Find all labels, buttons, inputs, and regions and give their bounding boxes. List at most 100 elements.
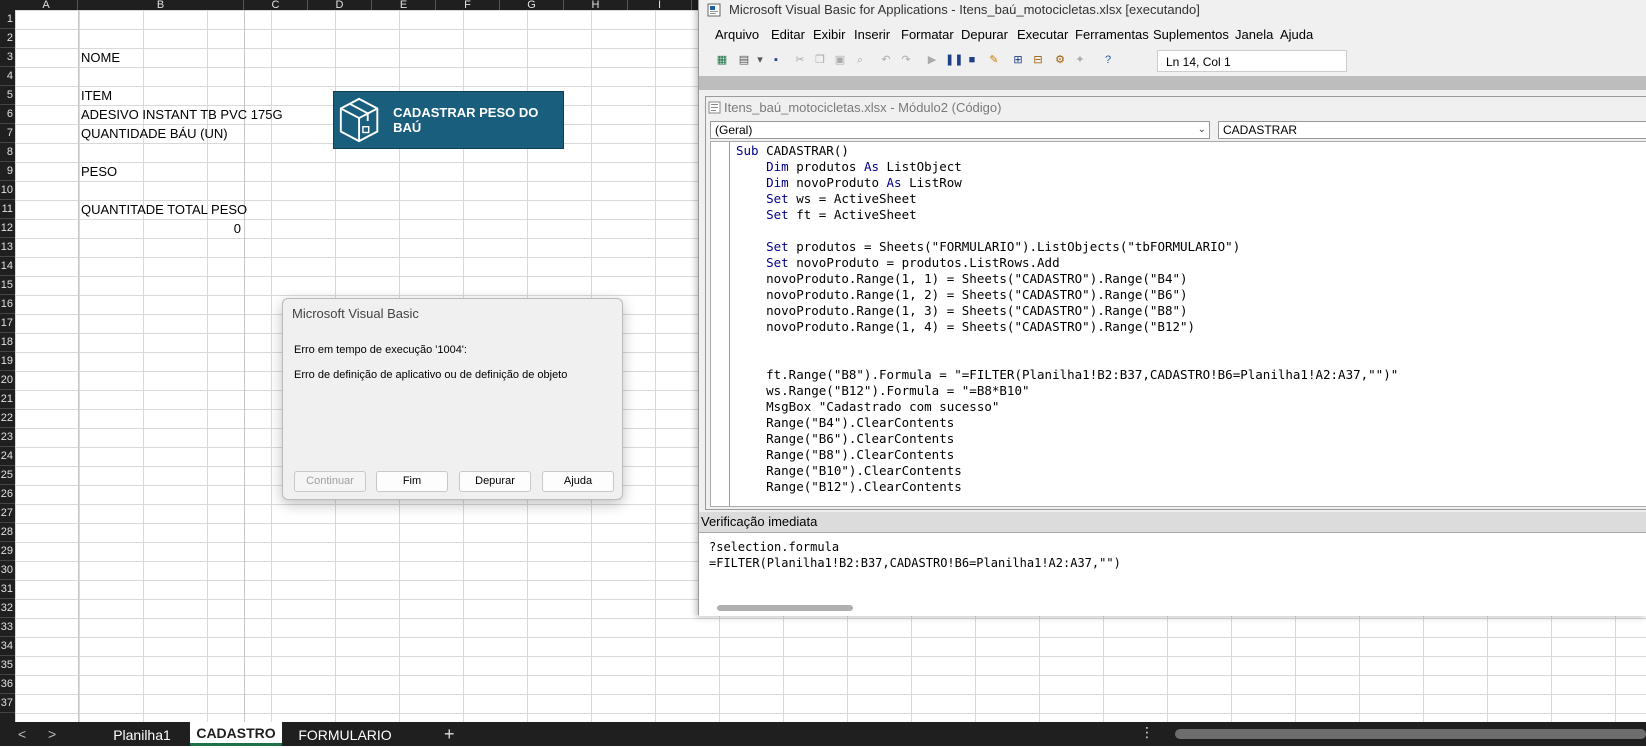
row-header-25[interactable]: 25 <box>0 466 15 485</box>
row-header-8[interactable]: 8 <box>0 143 15 162</box>
prev-sheet-arrow-icon[interactable]: < <box>18 722 26 746</box>
column-header-b[interactable]: B <box>78 0 244 10</box>
debug-button[interactable]: Depurar <box>459 471 531 492</box>
menu-suplementos[interactable]: Suplementos <box>1153 24 1229 46</box>
cell-b12[interactable]: 0 <box>81 219 241 238</box>
row-header-37[interactable]: 37 <box>0 694 15 713</box>
undo-icon[interactable]: ↶ <box>879 53 893 67</box>
row-header-15[interactable]: 15 <box>0 276 15 295</box>
redo-icon[interactable]: ↷ <box>899 53 913 67</box>
row-header-7[interactable]: 7 <box>0 124 15 143</box>
next-sheet-arrow-icon[interactable]: > <box>48 722 56 746</box>
menu-arquivo[interactable]: Arquivo <box>715 24 759 46</box>
row-header-27[interactable]: 27 <box>0 504 15 523</box>
row-header-23[interactable]: 23 <box>0 428 15 447</box>
row-header-22[interactable]: 22 <box>0 409 15 428</box>
row-header-16[interactable]: 16 <box>0 295 15 314</box>
reset-icon[interactable]: ■ <box>965 53 979 67</box>
code-editor[interactable]: Sub CADASTRAR() Dim produtos As ListObje… <box>710 141 1646 507</box>
cell-b7[interactable]: QUANTIDADE BÁU (UN) <box>81 124 228 143</box>
menu-ajuda[interactable]: Ajuda <box>1280 24 1313 46</box>
design-mode-icon[interactable]: ✎ <box>987 53 1001 67</box>
pause-icon[interactable]: ❚❚ <box>945 53 963 67</box>
row-header-9[interactable]: 9 <box>0 162 15 181</box>
breakpoint-margin[interactable] <box>711 142 730 506</box>
toolbox-icon[interactable]: ✦ <box>1073 53 1087 67</box>
row-header-12[interactable]: 12 <box>0 219 15 238</box>
menu-janela[interactable]: Janela <box>1235 24 1273 46</box>
properties-icon[interactable]: ⊟ <box>1031 53 1045 67</box>
sheet-tab-formulario[interactable]: FORMULARIO <box>290 722 400 746</box>
column-header-f[interactable]: F <box>436 0 500 10</box>
row-header-17[interactable]: 17 <box>0 314 15 333</box>
row-header-1[interactable]: 1 <box>0 10 15 29</box>
row-header-13[interactable]: 13 <box>0 238 15 257</box>
cell-b11[interactable]: QUANTITADE TOTAL PESO <box>81 200 247 219</box>
menu-executar[interactable]: Executar <box>1017 24 1068 46</box>
menu-editar[interactable]: Editar <box>771 24 805 46</box>
help-button[interactable]: Ajuda <box>542 471 614 492</box>
row-header-32[interactable]: 32 <box>0 599 15 618</box>
column-header-c[interactable]: C <box>244 0 308 10</box>
row-header-4[interactable]: 4 <box>0 67 15 86</box>
row-header-14[interactable]: 14 <box>0 257 15 276</box>
add-sheet-icon[interactable]: + <box>444 722 455 746</box>
row-header-11[interactable]: 11 <box>0 200 15 219</box>
project-explorer-icon[interactable]: ⊞ <box>1011 53 1025 67</box>
cell-b3[interactable]: NOME <box>81 48 120 67</box>
row-header-29[interactable]: 29 <box>0 542 15 561</box>
help-icon[interactable]: ? <box>1101 53 1115 67</box>
cell-b6[interactable]: ADESIVO INSTANT TB PVC 175G <box>81 105 283 124</box>
row-header-34[interactable]: 34 <box>0 637 15 656</box>
sheet-tab-planilha1[interactable]: Planilha1 <box>96 722 188 746</box>
cut-icon[interactable]: ✂ <box>793 53 807 67</box>
row-header-33[interactable]: 33 <box>0 618 15 637</box>
row-header-3[interactable]: 3 <box>0 48 15 67</box>
row-header-30[interactable]: 30 <box>0 561 15 580</box>
immediate-window[interactable]: ?selection.formula =FILTER(Planilha1!B2:… <box>699 532 1646 616</box>
copy-icon[interactable]: ❐ <box>813 53 827 67</box>
row-header-20[interactable]: 20 <box>0 371 15 390</box>
end-button[interactable]: Fim <box>376 471 448 492</box>
immediate-horizontal-scrollbar[interactable] <box>717 605 853 611</box>
vba-title-bar[interactable]: Microsoft Visual Basic for Applications … <box>699 0 1646 22</box>
menu-ferramentas[interactable]: Ferramentas <box>1075 24 1149 46</box>
column-header-a[interactable]: A <box>15 0 78 10</box>
cell-b5[interactable]: ITEM <box>81 86 112 105</box>
row-header-19[interactable]: 19 <box>0 352 15 371</box>
object-browser-icon[interactable]: ⚙ <box>1053 53 1067 67</box>
row-header-18[interactable]: 18 <box>0 333 15 352</box>
continue-button[interactable]: Continuar <box>294 471 366 492</box>
procedure-dropdown[interactable]: CADASTRAR <box>1218 121 1646 139</box>
column-header-e[interactable]: E <box>372 0 436 10</box>
more-options-icon[interactable]: ⋮ <box>1140 724 1154 741</box>
menu-inserir[interactable]: Inserir <box>854 24 890 46</box>
row-header-36[interactable]: 36 <box>0 675 15 694</box>
row-header-28[interactable]: 28 <box>0 523 15 542</box>
row-header-35[interactable]: 35 <box>0 656 15 675</box>
row-header-5[interactable]: 5 <box>0 86 15 105</box>
paste-icon[interactable]: ▣ <box>833 53 847 67</box>
code-window-title-bar[interactable]: Itens_baú_motocicletas.xlsx - Módulo2 (C… <box>706 97 1646 119</box>
column-header-g[interactable]: G <box>500 0 564 10</box>
save-icon[interactable]: ▪ <box>769 53 783 67</box>
view-excel-icon[interactable]: ▦ <box>715 53 729 67</box>
register-weight-button[interactable]: CADASTRAR PESO DO BAÚ <box>333 91 564 149</box>
object-dropdown[interactable]: (Geral) ⌄ <box>710 121 1210 139</box>
horizontal-scrollbar[interactable] <box>1175 729 1646 739</box>
row-header-2[interactable]: 2 <box>0 29 15 48</box>
find-icon[interactable]: ⌕ <box>853 53 867 67</box>
row-header-31[interactable]: 31 <box>0 580 15 599</box>
insert-userform-icon[interactable]: ▤ <box>737 53 751 67</box>
row-header-10[interactable]: 10 <box>0 181 15 200</box>
column-header-d[interactable]: D <box>308 0 372 10</box>
sheet-tab-cadastro[interactable]: CADASTRO <box>190 722 282 746</box>
menu-exibir[interactable]: Exibir <box>813 24 846 46</box>
run-icon[interactable]: ▶ <box>925 53 939 67</box>
immediate-window-title[interactable]: Verificação imediata <box>699 512 1646 532</box>
menu-formatar[interactable]: Formatar <box>901 24 954 46</box>
cell-b9[interactable]: PESO <box>81 162 117 181</box>
column-header-h[interactable]: H <box>564 0 628 10</box>
row-header-6[interactable]: 6 <box>0 105 15 124</box>
chevron-down-icon[interactable]: ▾ <box>753 53 767 67</box>
